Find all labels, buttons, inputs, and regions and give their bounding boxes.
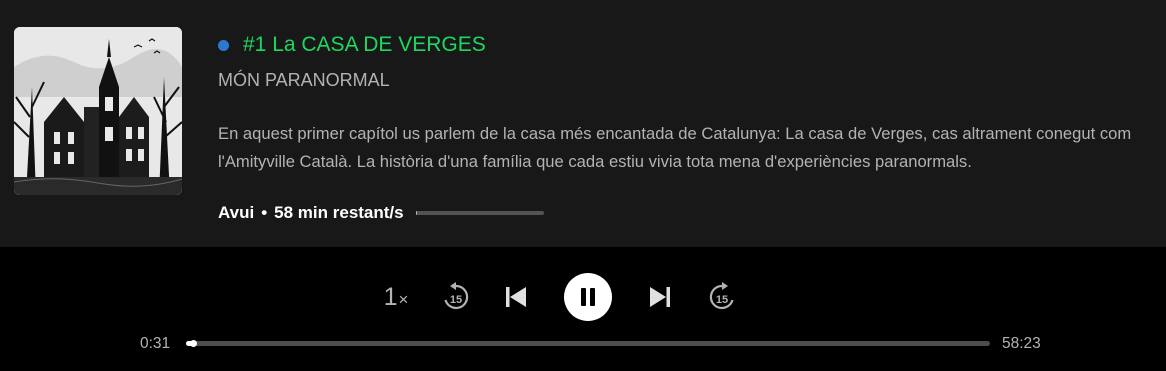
rewind-15-icon: 15 xyxy=(444,282,469,310)
episode-card: #1 La CASA DE VERGES MÓN PARANORMAL En a… xyxy=(0,0,1166,247)
play-pause-circle xyxy=(564,273,612,321)
play-pause-button[interactable] xyxy=(564,272,612,322)
seek-bar[interactable] xyxy=(186,340,990,347)
playback-speed-button[interactable]: 1 × xyxy=(376,272,416,322)
total-time: 58:23 xyxy=(1002,335,1041,352)
episode-description: En aquest primer capítol us parlem de la… xyxy=(218,124,1132,171)
playback-controls: 1 × 15 15 xyxy=(0,272,1166,322)
seek-handle[interactable] xyxy=(190,340,198,347)
new-episode-dot-icon xyxy=(218,39,229,51)
episode-progress-bar xyxy=(415,211,544,215)
skip-back-15-button[interactable]: 15 xyxy=(437,272,475,322)
show-name[interactable]: MÓN PARANORMAL xyxy=(218,70,390,91)
skip-previous-icon xyxy=(506,287,526,307)
episode-progress-fill xyxy=(415,211,417,215)
episode-cover-art[interactable] xyxy=(14,27,182,195)
forward-15-icon: 15 xyxy=(709,282,734,310)
next-button[interactable] xyxy=(644,272,676,322)
speed-value: 1 xyxy=(383,282,398,311)
episode-title-row: #1 La CASA DE VERGES xyxy=(218,32,486,58)
skip-next-icon xyxy=(650,287,670,307)
elapsed-time: 0:31 xyxy=(140,335,171,352)
skip-forward-15-button[interactable]: 15 xyxy=(703,272,741,322)
rewind-seconds: 15 xyxy=(450,294,462,306)
meta-separator: • xyxy=(261,203,268,222)
episode-title[interactable]: #1 La CASA DE VERGES xyxy=(243,33,486,57)
episode-meta: Avui • 58 min restant/s xyxy=(218,200,544,226)
previous-button[interactable] xyxy=(500,272,532,322)
time-remaining: 58 min restant/s xyxy=(274,203,404,222)
speed-suffix: × xyxy=(398,290,409,309)
haunted-house-artwork xyxy=(14,27,182,195)
pause-icon xyxy=(581,288,595,306)
forward-seconds: 15 xyxy=(716,294,728,306)
episode-date: Avui xyxy=(218,203,255,222)
